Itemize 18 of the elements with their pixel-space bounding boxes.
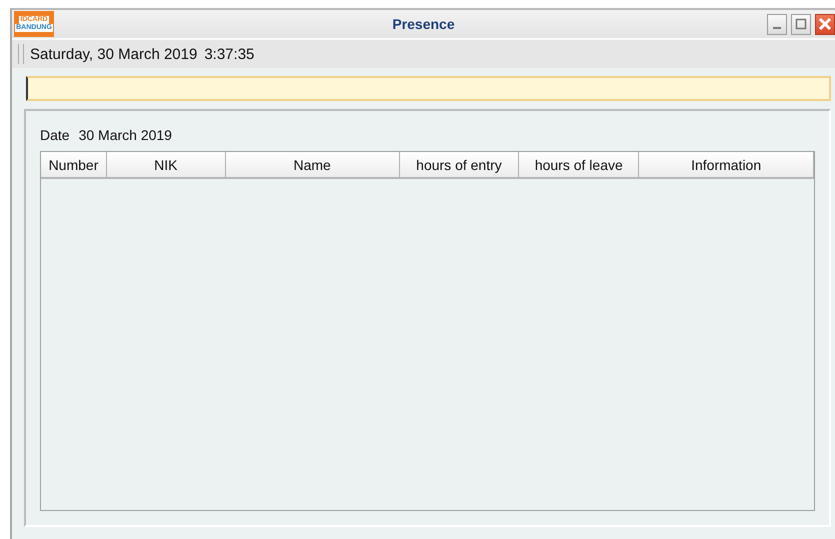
minimize-icon bbox=[773, 27, 781, 29]
input-field[interactable] bbox=[26, 76, 831, 101]
date-label: Date bbox=[40, 127, 70, 143]
close-button[interactable] bbox=[815, 14, 835, 34]
date-value: 30 March 2019 bbox=[78, 127, 172, 143]
minimize-button[interactable] bbox=[767, 14, 787, 34]
column-header[interactable]: hours of entry bbox=[400, 152, 520, 179]
window-title: Presence bbox=[392, 16, 455, 32]
time-text: 3:37:35 bbox=[204, 46, 254, 62]
column-header[interactable]: Information bbox=[639, 152, 814, 179]
column-header[interactable]: hours of leave bbox=[519, 152, 640, 179]
date-text: Saturday, 30 March 2019 bbox=[30, 46, 198, 62]
column-header[interactable]: Number bbox=[41, 152, 107, 179]
maximize-icon bbox=[795, 18, 807, 30]
column-header[interactable]: Name bbox=[226, 152, 400, 179]
close-icon bbox=[818, 17, 832, 31]
column-header[interactable]: NIK bbox=[106, 152, 226, 179]
maximize-button[interactable] bbox=[791, 14, 811, 34]
